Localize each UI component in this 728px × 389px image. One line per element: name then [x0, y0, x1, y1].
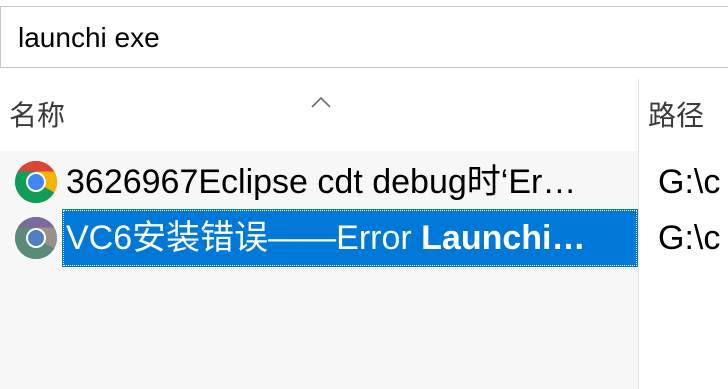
column-header-path-label: 路径: [648, 99, 705, 132]
file-name-match: Launchi…: [421, 219, 586, 257]
column-header-bar: 名称 路径: [0, 79, 728, 151]
file-name: VC6安装错误——Error Launchi…: [62, 209, 638, 267]
file-name-prefix: VC6安装错误——Error: [66, 219, 422, 257]
file-path: G:\c: [658, 163, 721, 201]
list-item-selected[interactable]: VC6安装错误——Error Launchi… G:\c: [0, 209, 728, 267]
search-results-window: 名称 路径 3626967Eclipse cdt debug时‘Er… G:\c: [0, 0, 728, 389]
column-header-name[interactable]: 名称: [0, 79, 638, 151]
search-input[interactable]: [18, 7, 718, 69]
chrome-icon: [14, 161, 58, 204]
chrome-icon: [14, 217, 58, 260]
file-path: G:\c: [658, 219, 721, 257]
sort-ascending-icon: [311, 96, 331, 108]
file-name: 3626967Eclipse cdt debug时‘Er…: [66, 163, 577, 201]
search-box: [0, 6, 728, 69]
column-header-name-label: 名称: [9, 99, 66, 132]
column-header-path[interactable]: 路径: [639, 79, 728, 151]
list-item[interactable]: 3626967Eclipse cdt debug时‘Er… G:\c: [0, 153, 728, 211]
